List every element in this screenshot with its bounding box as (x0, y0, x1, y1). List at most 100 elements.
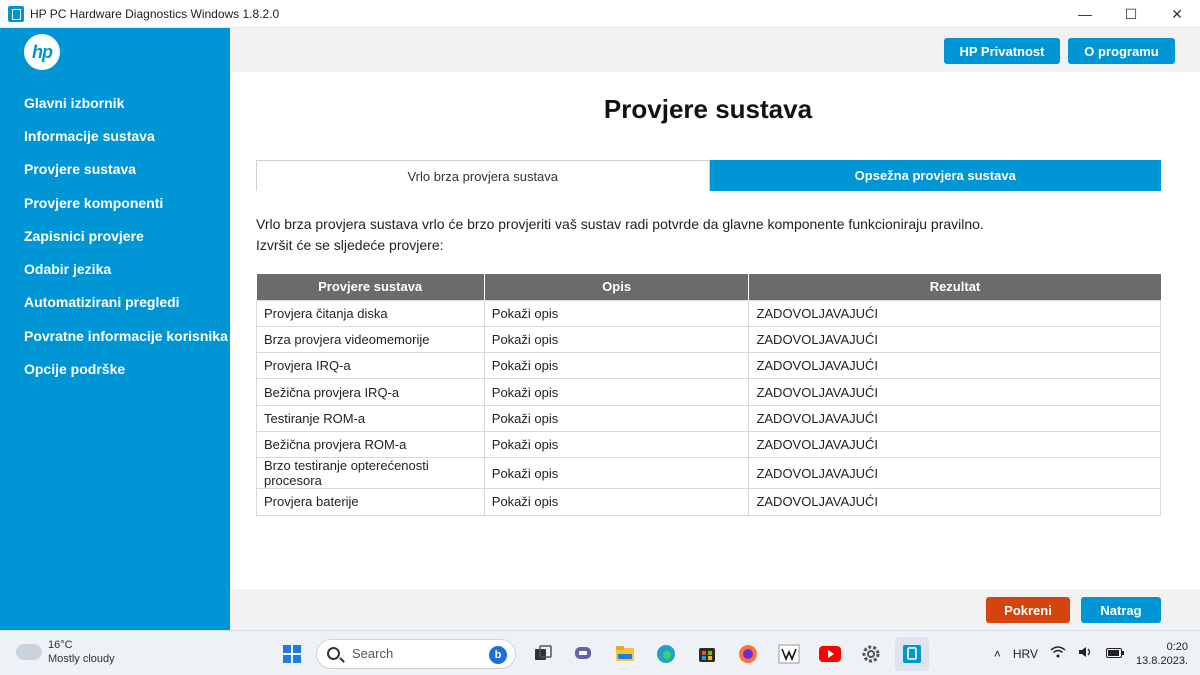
description-line-2: Izvršit će se sljedeće provjere: (256, 237, 444, 253)
table-row: Bežična provjera IRQ-a Pokaži opis ZADOV… (256, 378, 1161, 406)
test-name: Testiranje ROM-a (256, 404, 485, 432)
top-bar: HP Privatnost O programu (230, 28, 1200, 72)
show-description-link[interactable]: Pokaži opis (483, 488, 750, 516)
youtube-icon[interactable] (813, 637, 847, 671)
chevron-up-icon[interactable]: ˄ (994, 647, 1001, 661)
maximize-button[interactable]: ☐ (1108, 0, 1154, 28)
search-icon (327, 647, 340, 660)
taskbar: 16°C Mostly cloudy Search b ˄ HRV 0:20 1… (0, 630, 1200, 675)
table-row: Bežična provjera ROM-a Pokaži opis ZADOV… (256, 430, 1161, 459)
search-placeholder: Search (352, 646, 394, 661)
wikipedia-icon[interactable] (772, 637, 806, 671)
task-view-icon[interactable] (526, 637, 560, 671)
test-result: ZADOVOLJAVAJUĆI (748, 488, 1161, 516)
back-button[interactable]: Natrag (1081, 597, 1161, 623)
show-description-link[interactable]: Pokaži opis (483, 404, 750, 432)
taskbar-clock[interactable]: 0:20 13.8.2023. (1136, 640, 1188, 668)
app-icon (8, 5, 24, 22)
results-table: Provjere sustava Opis Rezultat Provjera … (256, 274, 1161, 516)
test-name: Bežična provjera IRQ-a (256, 378, 485, 406)
file-explorer-icon[interactable] (608, 637, 642, 671)
show-description-link[interactable]: Pokaži opis (483, 299, 750, 327)
sidebar-item-system-info[interactable]: Informacije sustava (0, 119, 230, 152)
window-controls: — ☐ ✕ (1062, 0, 1200, 28)
test-result: ZADOVOLJAVAJUĆI (748, 299, 1161, 327)
firefox-icon[interactable] (731, 637, 765, 671)
start-button[interactable]: Pokreni (986, 597, 1070, 623)
hp-diagnostics-app-icon[interactable] (895, 636, 929, 671)
sidebar-item-component-tests[interactable]: Provjere komponenti (0, 186, 230, 219)
sidebar-item-language[interactable]: Odabir jezika (0, 252, 230, 285)
sidebar-nav: Glavni izbornik Informacije sustava Prov… (0, 86, 230, 386)
table-row: Provjera čitanja diska Pokaži opis ZADOV… (256, 299, 1161, 327)
clock-time: 0:20 (1166, 640, 1188, 653)
test-result: ZADOVOLJAVAJUĆI (748, 378, 1161, 406)
about-button[interactable]: O programu (1068, 38, 1175, 64)
weather-temperature: 16°C (48, 639, 73, 651)
title-bar: HP PC Hardware Diagnostics Windows 1.8.2… (0, 0, 1200, 28)
teams-chat-icon[interactable] (567, 637, 601, 671)
main-content: Provjere sustava Vrlo brza provjera sust… (230, 72, 1200, 589)
system-tray: ˄ HRV 0:20 13.8.2023. (994, 631, 1200, 675)
microsoft-store-icon[interactable] (690, 637, 724, 671)
test-name: Provjera IRQ-a (256, 352, 485, 380)
test-result: ZADOVOLJAVAJUĆI (748, 325, 1161, 354)
table-row: Brzo testiranje opterećenosti procesora … (256, 457, 1161, 490)
privacy-button[interactable]: HP Privatnost (944, 38, 1060, 64)
sidebar-item-system-tests[interactable]: Provjere sustava (0, 153, 230, 186)
test-name: Bežična provjera ROM-a (256, 430, 485, 459)
show-description-link[interactable]: Pokaži opis (483, 430, 750, 459)
test-result: ZADOVOLJAVAJUĆI (748, 404, 1161, 432)
test-result: ZADOVOLJAVAJUĆI (748, 457, 1161, 490)
test-name: Provjera baterije (256, 488, 485, 516)
weather-widget[interactable]: 16°C Mostly cloudy (16, 638, 115, 666)
windows-start-icon[interactable] (275, 637, 309, 671)
sidebar: hp Glavni izbornik Informacije sustava P… (0, 28, 230, 630)
sidebar-item-main-menu[interactable]: Glavni izbornik (0, 86, 230, 119)
table-row: Testiranje ROM-a Pokaži opis ZADOVOLJAVA… (256, 404, 1161, 432)
header-test: Provjere sustava (256, 274, 485, 300)
edge-browser-icon[interactable] (649, 637, 683, 671)
page-title: Provjere sustava (603, 94, 813, 124)
show-description-link[interactable]: Pokaži opis (483, 325, 750, 354)
sidebar-item-automated-checks[interactable]: Automatizirani pregledi (0, 286, 230, 319)
show-description-link[interactable]: Pokaži opis (483, 457, 750, 490)
tab-quick-test[interactable]: Vrlo brza provjera sustava (256, 160, 710, 191)
test-name: Brza provjera videomemorije (256, 325, 485, 354)
weather-text: 16°C Mostly cloudy (48, 638, 115, 666)
window-title: HP PC Hardware Diagnostics Windows 1.8.2… (30, 6, 280, 21)
close-button[interactable]: ✕ (1154, 0, 1200, 28)
show-description-link[interactable]: Pokaži opis (483, 352, 750, 380)
sidebar-item-support[interactable]: Opcije podrške (0, 352, 230, 385)
volume-icon[interactable] (1078, 646, 1094, 661)
test-name: Brzo testiranje opterećenosti procesora (256, 457, 485, 490)
settings-gear-icon[interactable] (854, 637, 888, 671)
test-result: ZADOVOLJAVAJUĆI (748, 352, 1161, 380)
weather-description: Mostly cloudy (48, 653, 115, 665)
description-line-1: Vrlo brza provjera sustava vrlo će brzo … (256, 216, 984, 232)
table-row: Provjera baterije Pokaži opis ZADOVOLJAV… (256, 488, 1161, 516)
header-description: Opis (484, 274, 750, 300)
bing-icon[interactable]: b (489, 645, 507, 664)
input-language[interactable]: HRV (1013, 647, 1038, 661)
minimize-button[interactable]: — (1062, 0, 1108, 28)
test-description: Vrlo brza provjera sustava vrlo će brzo … (256, 214, 984, 256)
test-name: Provjera čitanja diska (256, 299, 485, 327)
wifi-icon[interactable] (1050, 646, 1066, 661)
taskbar-search-box[interactable]: Search b (316, 638, 516, 669)
tab-extensive-test[interactable]: Opsežna provjera sustava (709, 160, 1161, 191)
bottom-bar: Pokreni Natrag (230, 589, 1200, 630)
table-row: Provjera IRQ-a Pokaži opis ZADOVOLJAVAJU… (256, 352, 1161, 380)
header-result: Rezultat (748, 274, 1161, 300)
sidebar-item-test-logs[interactable]: Zapisnici provjere (0, 219, 230, 252)
battery-icon[interactable] (1106, 647, 1124, 661)
hp-logo: hp (24, 34, 60, 70)
show-description-link[interactable]: Pokaži opis (483, 378, 750, 406)
sidebar-item-feedback[interactable]: Povratne informacije korisnika (0, 319, 230, 352)
cloudy-weather-icon (16, 639, 42, 660)
test-result: ZADOVOLJAVAJUĆI (748, 430, 1161, 459)
table-header-row: Provjere sustava Opis Rezultat (256, 274, 1161, 300)
taskbar-apps: Search b (275, 636, 936, 671)
test-tabs: Vrlo brza provjera sustava Opsežna provj… (256, 160, 1161, 191)
clock-date: 13.8.2023. (1136, 654, 1188, 667)
